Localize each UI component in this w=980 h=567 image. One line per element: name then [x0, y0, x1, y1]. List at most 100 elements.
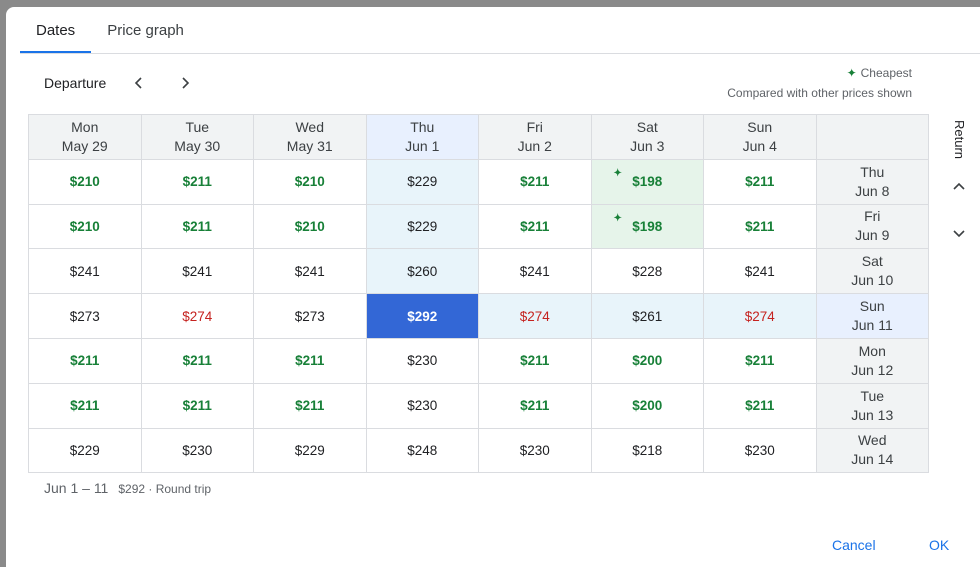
price-value: $229 [69, 442, 100, 458]
return-up-button[interactable] [944, 172, 974, 202]
departure-dow: Sat [636, 118, 658, 135]
return-dow: Sat [861, 253, 883, 270]
price-cell[interactable]: $211 [254, 383, 367, 429]
tab-divider [20, 53, 980, 54]
price-value: $260 [407, 263, 438, 279]
price-cell[interactable]: $241 [254, 249, 367, 295]
price-cell[interactable]: $260 [366, 249, 479, 295]
return-dow: Mon [858, 342, 886, 359]
price-cell[interactable]: $200 [591, 338, 704, 384]
price-cell[interactable]: $211 [479, 383, 592, 429]
price-cell[interactable]: $210 [254, 204, 367, 250]
price-cell[interactable]: $210 [254, 159, 367, 205]
price-row: $241 $241 $241 $260 $241 $228 $241 Sat Jun 10 [29, 249, 929, 295]
previous-button[interactable] [127, 71, 151, 95]
return-day-3: Sun Jun 11 [816, 294, 929, 339]
price-cell[interactable]: $230 [366, 338, 479, 384]
price-cell[interactable]: $211 [479, 338, 592, 384]
price-cell[interactable]: $211 [704, 338, 817, 384]
departure-date: Jun 2 [517, 137, 552, 154]
price-cell[interactable]: $211 [704, 159, 817, 205]
price-cell[interactable]: $229 [366, 204, 479, 250]
price-cell[interactable]: $211 [479, 159, 592, 205]
price-value: $211 [295, 398, 325, 414]
price-cell[interactable]: $211 [141, 204, 254, 250]
price-cell[interactable]: ✦ $198 [591, 204, 704, 250]
price-value: $228 [632, 263, 663, 279]
price-cell[interactable]: $241 [141, 249, 254, 295]
price-value: $198 [632, 174, 663, 190]
price-cell[interactable]: $228 [591, 249, 704, 295]
departure-date: May 30 [174, 137, 221, 154]
return-dow: Fri [864, 208, 881, 225]
price-value: $230 [182, 442, 213, 458]
price-grid: Mon May 29 Tue May 30 Wed May 31 Thu Jun 1 Fri Ju… [28, 114, 929, 474]
price-row: $229 $230 $229 $248 $230 $218 $230 Wed Jun 14 [29, 428, 929, 474]
price-value: $211 [182, 398, 212, 414]
departure-date: May 29 [61, 137, 108, 154]
price-value: $210 [294, 218, 325, 234]
next-button[interactable] [173, 71, 197, 95]
price-cell[interactable]: $229 [366, 159, 479, 205]
departure-label: Departure [44, 75, 107, 91]
price-value: $229 [294, 442, 325, 458]
price-cell[interactable]: $241 [479, 249, 592, 295]
price-cell[interactable]: $230 [141, 428, 254, 474]
price-cell[interactable]: $274 [704, 294, 817, 339]
grid-corner [816, 115, 929, 160]
price-value: $273 [294, 308, 325, 324]
price-cell[interactable]: ✦ $198 [591, 159, 704, 205]
price-cell[interactable]: $230 [704, 428, 817, 474]
cancel-button[interactable]: Cancel [824, 533, 884, 557]
sparkle-icon: ✦ [613, 212, 622, 224]
price-cell[interactable]: $200 [591, 383, 704, 429]
price-cell[interactable]: $211 [141, 159, 254, 205]
price-cell[interactable]: $241 [704, 249, 817, 295]
price-cell[interactable]: $273 [254, 294, 367, 339]
price-cell[interactable]: $211 [704, 204, 817, 250]
price-cell[interactable]: $211 [254, 338, 367, 384]
price-row: $273 $274 $273 $292 $274 $261 $274 Sun Jun 11 [29, 294, 929, 339]
price-cell[interactable]: $211 [141, 383, 254, 429]
price-value: $211 [295, 353, 325, 369]
price-value: $241 [69, 263, 100, 279]
departure-day-2: Wed May 31 [254, 115, 367, 160]
price-cell[interactable]: $211 [29, 338, 142, 384]
price-cell[interactable]: $211 [704, 383, 817, 429]
chevron-left-icon [134, 77, 142, 89]
price-value: $210 [69, 174, 100, 190]
price-cell[interactable]: $210 [29, 159, 142, 205]
price-cell[interactable]: $229 [29, 428, 142, 474]
price-cell[interactable]: $229 [254, 428, 367, 474]
departure-day-0: Mon May 29 [29, 115, 142, 160]
cheapest-legend-label: Cheapest [860, 66, 912, 80]
price-cell[interactable]: $241 [29, 249, 142, 295]
return-date: Jun 14 [851, 451, 894, 468]
price-cell[interactable]: $261 [591, 294, 704, 339]
price-value: $211 [520, 174, 550, 190]
price-value: $230 [407, 353, 438, 369]
return-date: Jun 10 [851, 272, 894, 289]
price-cell[interactable]: $230 [366, 383, 479, 429]
price-value: $210 [294, 174, 325, 190]
tab-dates[interactable]: Dates [20, 7, 92, 53]
departure-day-3: Thu Jun 1 [366, 115, 479, 160]
price-cell[interactable]: $230 [479, 428, 592, 474]
price-cell[interactable]: $248 [366, 428, 479, 474]
price-value: $261 [632, 308, 663, 324]
ok-button[interactable]: OK [921, 533, 957, 557]
price-cell[interactable]: $218 [591, 428, 704, 474]
price-cell[interactable]: $211 [479, 204, 592, 250]
price-cell[interactable]: $273 [29, 294, 142, 339]
price-cell[interactable]: $292 [366, 294, 479, 339]
tab-price-graph[interactable]: Price graph [91, 7, 200, 53]
price-cell[interactable]: $210 [29, 204, 142, 250]
return-down-button[interactable] [944, 218, 974, 248]
departure-header-row: Mon May 29 Tue May 30 Wed May 31 Thu Jun 1 Fri Ju… [29, 115, 929, 160]
price-value: $241 [744, 263, 775, 279]
price-cell[interactable]: $211 [29, 383, 142, 429]
price-cell[interactable]: $274 [479, 294, 592, 339]
price-cell[interactable]: $274 [141, 294, 254, 339]
price-cell[interactable]: $211 [141, 338, 254, 384]
price-value: $211 [182, 353, 212, 369]
